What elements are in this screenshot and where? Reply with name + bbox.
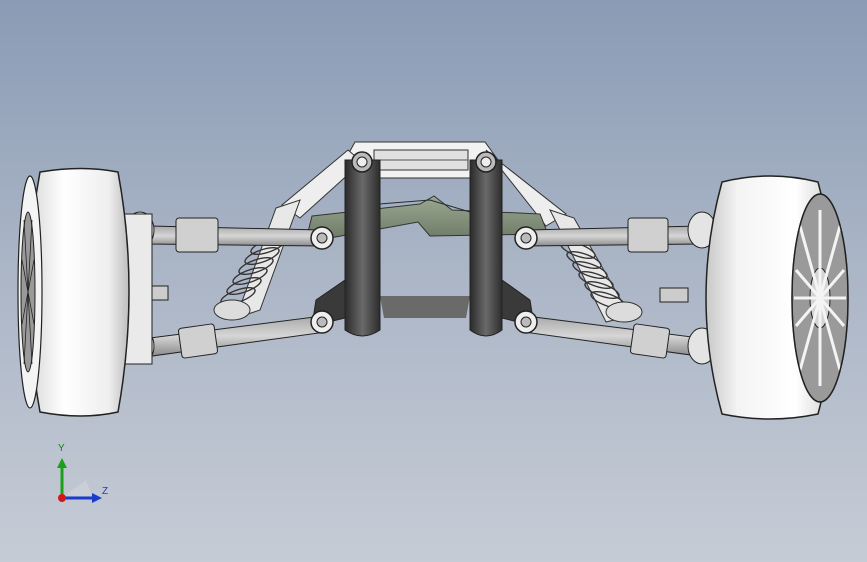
left-wheel	[17, 167, 130, 417]
left-shock-absorber	[213, 199, 301, 321]
center-mount-plate	[307, 195, 549, 239]
graphics-viewport[interactable]: Y Z	[0, 0, 867, 562]
right-steering-link	[659, 287, 689, 303]
y-axis-label: Y	[58, 443, 65, 454]
view-orientation-triad[interactable]: Y Z	[48, 440, 118, 510]
right-wheel	[705, 175, 849, 420]
rear-plate	[380, 296, 470, 318]
left-upper-control-arm	[149, 217, 334, 253]
suspension-assembly-model[interactable]	[0, 0, 867, 562]
z-axis-label: Z	[102, 486, 109, 497]
x-axis-dot	[58, 494, 66, 502]
